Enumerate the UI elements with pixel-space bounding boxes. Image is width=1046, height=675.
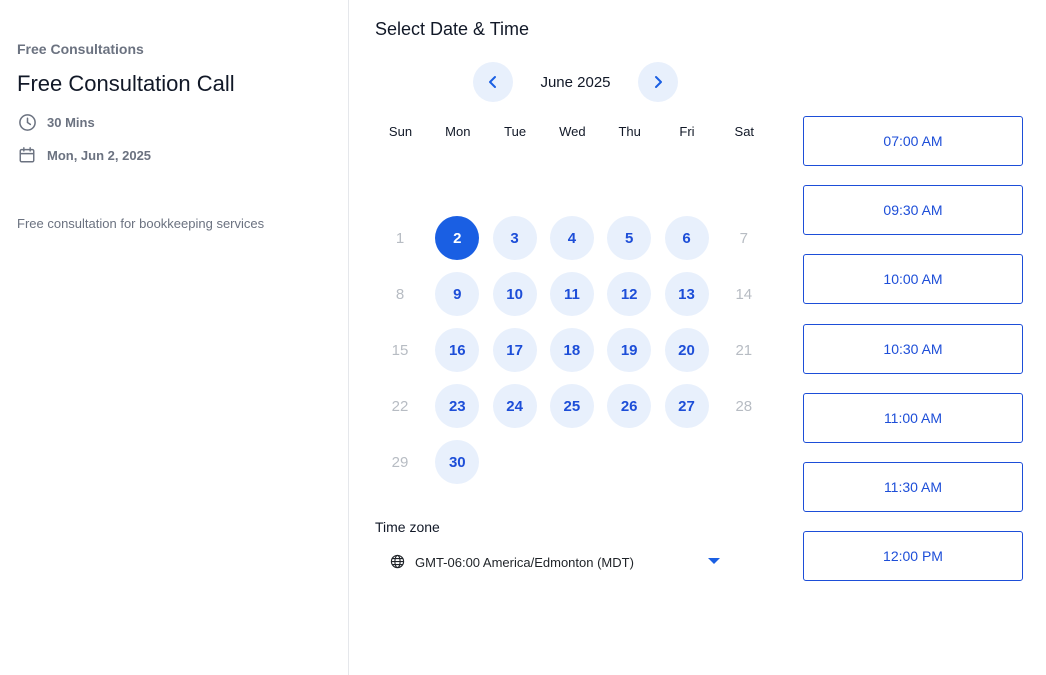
calendar-grid: 1 2 3 4 5 6 7 8 9 10 11 12 13 14 15 16 17 18 19 20 21 22 23 24 2… <box>372 216 772 496</box>
prev-month-button[interactable] <box>473 62 513 102</box>
calendar-day[interactable]: 4 <box>549 216 594 260</box>
weekday-label: Sun <box>388 124 413 139</box>
timezone-select[interactable]: GMT-06:00 America/Edmonton (MDT) <box>383 548 728 576</box>
calendar-day: 28 <box>735 397 753 415</box>
weekday-label: Fri <box>679 124 695 139</box>
calendar-day[interactable]: 23 <box>435 384 480 428</box>
calendar-day[interactable]: 9 <box>435 272 480 316</box>
time-slot-button[interactable]: 12:00 PM <box>803 531 1023 582</box>
calendar-day[interactable]: 30 <box>435 440 480 484</box>
time-slot-button[interactable]: 10:30 AM <box>803 323 1023 374</box>
calendar-day[interactable]: 10 <box>492 272 537 316</box>
calendar-day[interactable]: 25 <box>549 384 594 428</box>
chevron-left-icon <box>489 76 496 88</box>
event-details-panel: Free Consultations Free Consultation Cal… <box>0 0 349 675</box>
time-slot-button[interactable]: 11:30 AM <box>803 462 1023 512</box>
calendar-day[interactable]: 19 <box>607 328 652 372</box>
time-slot-button[interactable]: 10:00 AM <box>803 254 1023 305</box>
duration-text: 30 Mins <box>47 114 95 130</box>
calendar-day-selected[interactable]: 2 <box>435 216 480 260</box>
calendar-day[interactable]: 6 <box>664 216 709 260</box>
calendar-day: 21 <box>735 341 753 359</box>
event-title: Free Consultation Call <box>17 71 235 96</box>
timezone-value: GMT-06:00 America/Edmonton (MDT) <box>415 554 634 570</box>
time-slot-button[interactable]: 11:00 AM <box>803 392 1023 443</box>
dropdown-caret-icon <box>708 558 720 564</box>
calendar-day[interactable]: 11 <box>549 272 594 316</box>
booking-page: Free Consultations Free Consultation Cal… <box>0 0 1046 675</box>
month-navigation: June 2025 <box>473 62 678 102</box>
date-text: Mon, Jun 2, 2025 <box>47 147 152 163</box>
calendar-day[interactable]: 24 <box>492 384 537 428</box>
calendar-day: 22 <box>391 397 409 415</box>
calendar-day: 8 <box>395 285 405 303</box>
globe-icon <box>390 554 406 570</box>
organization-name: Free Consultations <box>17 41 144 57</box>
time-slot-button[interactable]: 07:00 AM <box>803 116 1023 166</box>
calendar-day[interactable]: 17 <box>492 328 537 372</box>
month-label: June 2025 <box>540 73 611 91</box>
weekday-label: Sat <box>734 124 755 139</box>
calendar-day[interactable]: 5 <box>607 216 652 260</box>
calendar-day[interactable]: 20 <box>664 328 709 372</box>
calendar-day: 29 <box>391 453 409 471</box>
weekday-label: Tue <box>504 124 527 139</box>
calendar-day: 7 <box>739 229 748 247</box>
time-slot-button[interactable]: 09:30 AM <box>803 185 1023 236</box>
calendar-day: 1 <box>395 229 405 247</box>
event-duration: 30 Mins <box>17 112 95 132</box>
calendar-day[interactable]: 13 <box>664 272 709 316</box>
calendar-day[interactable]: 18 <box>549 328 594 372</box>
timezone-label: Time zone <box>375 519 440 535</box>
calendar-icon <box>17 145 37 165</box>
chevron-right-icon <box>654 76 662 88</box>
calendar-day[interactable]: 16 <box>435 328 480 372</box>
event-description: Free consultation for bookkeeping servic… <box>17 216 265 231</box>
clock-icon <box>17 112 37 132</box>
weekday-label: Wed <box>559 124 586 139</box>
weekday-label: Mon <box>445 124 471 139</box>
calendar-day: 15 <box>391 341 409 359</box>
calendar-day[interactable]: 12 <box>607 272 652 316</box>
calendar-day[interactable]: 27 <box>664 384 709 428</box>
event-date: Mon, Jun 2, 2025 <box>17 145 151 165</box>
calendar-day: 14 <box>735 285 753 303</box>
next-month-button[interactable] <box>637 62 678 102</box>
picker-heading: Select Date & Time <box>375 19 530 39</box>
calendar-day[interactable]: 26 <box>607 384 652 428</box>
weekday-label: Thu <box>618 124 641 139</box>
calendar-day[interactable]: 3 <box>492 216 537 260</box>
